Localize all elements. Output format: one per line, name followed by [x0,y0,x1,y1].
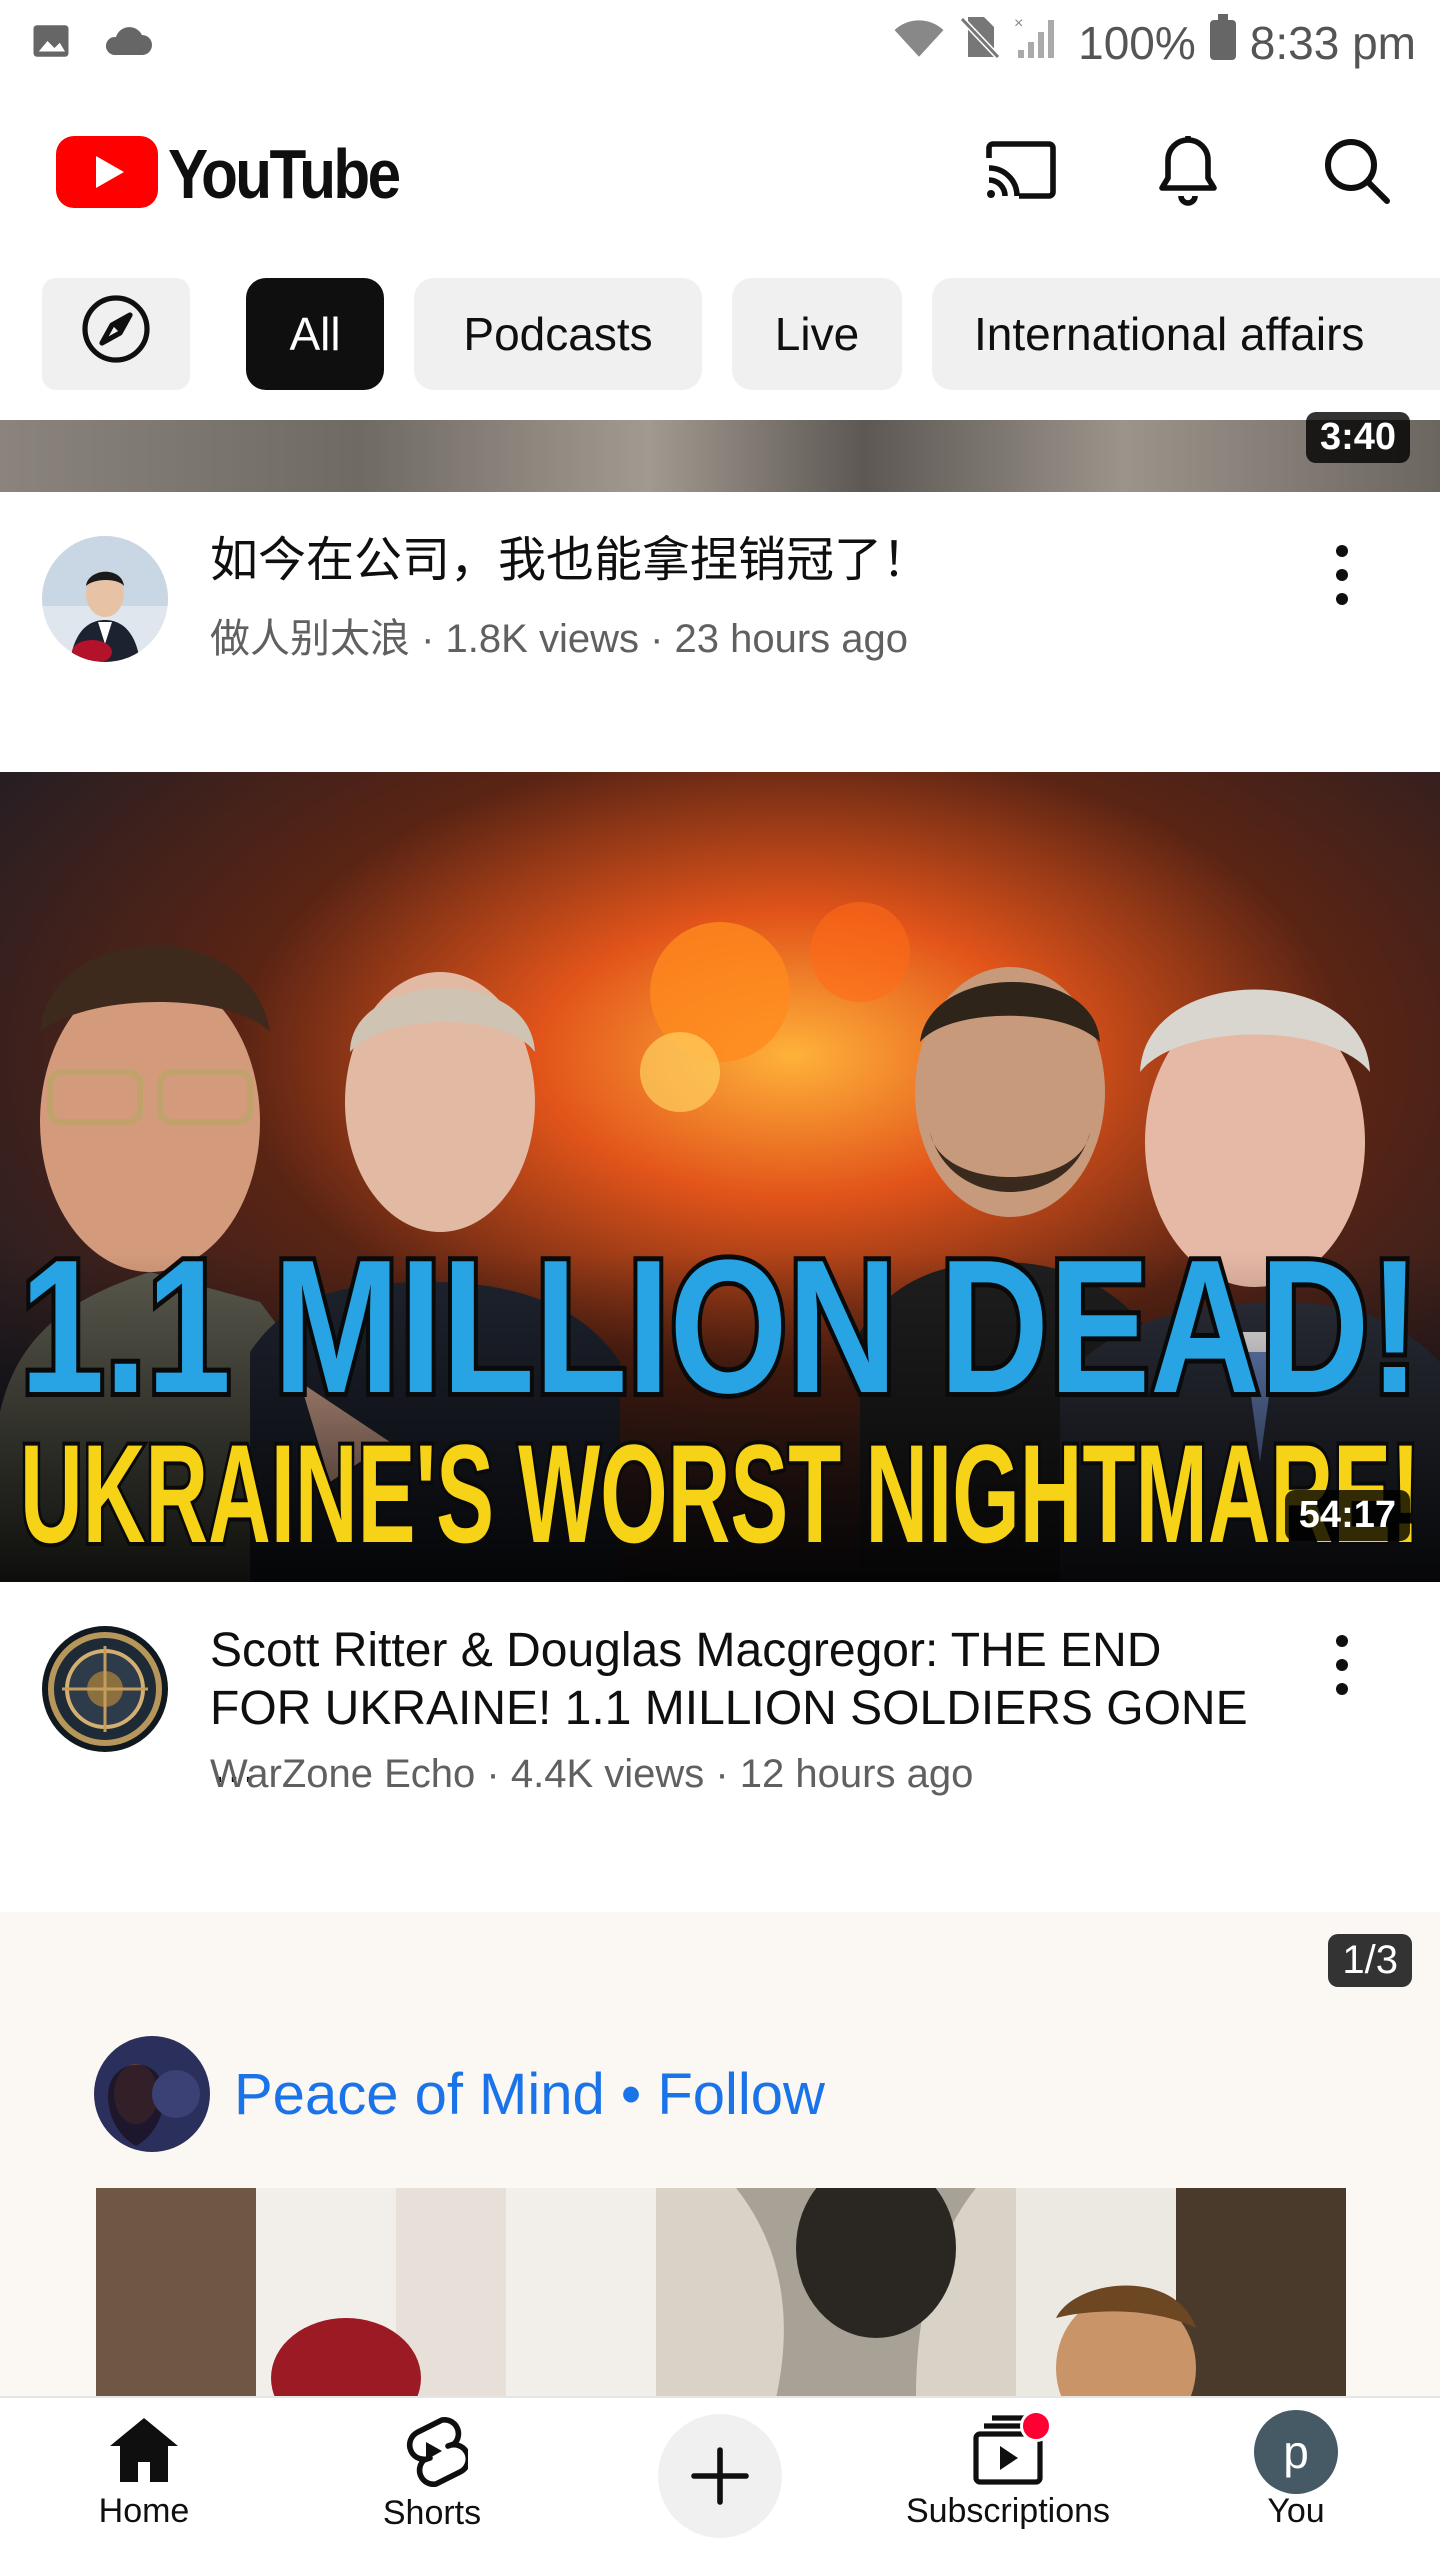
chip-live[interactable]: Live [732,278,902,390]
notifications-bell-icon[interactable] [1148,130,1228,210]
more-options-icon[interactable] [1312,1620,1372,1710]
post-channel-row[interactable]: Peace of Mind • Follow [94,2036,825,2152]
subscriptions-icon [970,2410,1052,2486]
video-thumbnail[interactable]: 3:40 [0,412,1440,492]
channel-avatar[interactable] [42,1626,168,1752]
create-button[interactable] [658,2414,782,2538]
nav-subscriptions[interactable]: Subscriptions [888,2410,1128,2554]
nav-home[interactable]: Home [24,2414,264,2554]
wifi-icon [892,16,946,70]
search-icon[interactable] [1316,130,1396,210]
channel-avatar[interactable] [42,536,168,662]
clock: 8:33 pm [1249,16,1416,69]
follow-button[interactable]: Follow [657,2062,825,2127]
filter-chips: All Podcasts Live International affairs [0,278,1440,392]
carousel-counter: 1/3 [1328,1934,1412,1987]
image-icon [30,20,72,67]
chip-all[interactable]: All [246,278,384,390]
video-duration: 3:40 [1305,412,1410,463]
no-sim-icon [959,15,1001,70]
nav-shorts[interactable]: Shorts [312,2414,552,2554]
svg-text:×: × [1014,15,1023,32]
plus-icon [691,2447,749,2505]
video-thumbnail[interactable]: 1.1 MILLION DEAD! UKRAINE'S WORST NIGHTM… [0,772,1440,1582]
battery-icon [1209,14,1236,71]
video-duration: 54:17 [1284,1490,1410,1541]
compass-icon [80,293,152,376]
more-options-icon[interactable] [1312,530,1372,620]
nav-shorts-label: Shorts [382,2494,482,2532]
post-channel-name[interactable]: Peace of Mind [234,2062,605,2127]
signal-icon: × [1014,14,1064,71]
video-title[interactable]: 如今在公司，我也能拿捏销冠了！ [210,532,1270,590]
app-header: YouTube [0,84,1440,254]
nav-create[interactable] [600,2414,840,2554]
cast-icon[interactable] [980,130,1060,210]
channel-avatar[interactable] [94,2036,210,2152]
youtube-logo[interactable]: YouTube [56,134,436,214]
nav-home-label: Home [98,2492,190,2530]
post-shelf: 1/3 Peace of Mind • Follow [0,1912,1440,2398]
cloud-icon [102,21,154,66]
thumbnail-subheadline: UKRAINE'S WORST NIGHTMARE! [20,1415,1420,1572]
nav-subscriptions-label: Subscriptions [905,2492,1111,2530]
chip-podcasts[interactable]: Podcasts [414,278,702,390]
shorts-icon [406,2417,468,2487]
home-icon [110,2418,178,2482]
explore-chip[interactable] [42,278,190,390]
battery-percent: 100% [1078,16,1196,69]
youtube-play-icon [56,135,158,213]
nav-you-label: You [1267,2492,1325,2530]
video-title-line-1: Scott Ritter & Douglas Macgregor: THE EN… [210,1624,1162,1677]
status-bar: × 100% 8:33 pm [0,0,1440,84]
post-channel-follow[interactable]: Peace of Mind • Follow [234,2061,825,2128]
youtube-logo-text: YouTube [168,135,401,213]
video-meta: 做人别太浪 · 1.8K views · 23 hours ago [210,617,909,661]
new-content-badge [1020,2410,1052,2442]
video-meta: WarZone Echo · 4.4K views · 12 hours ago [210,1752,974,1796]
nav-you[interactable]: p You [1176,2410,1416,2554]
bottom-navigation: Home Shorts Subscriptions p You [0,2396,1440,2562]
thumbnail-headline: 1.1 MILLION DEAD! [20,1221,1420,1433]
avatar: p [1254,2410,1338,2494]
chip-international-affairs[interactable]: International affairs [932,278,1440,390]
post-image[interactable] [96,2188,1346,2398]
